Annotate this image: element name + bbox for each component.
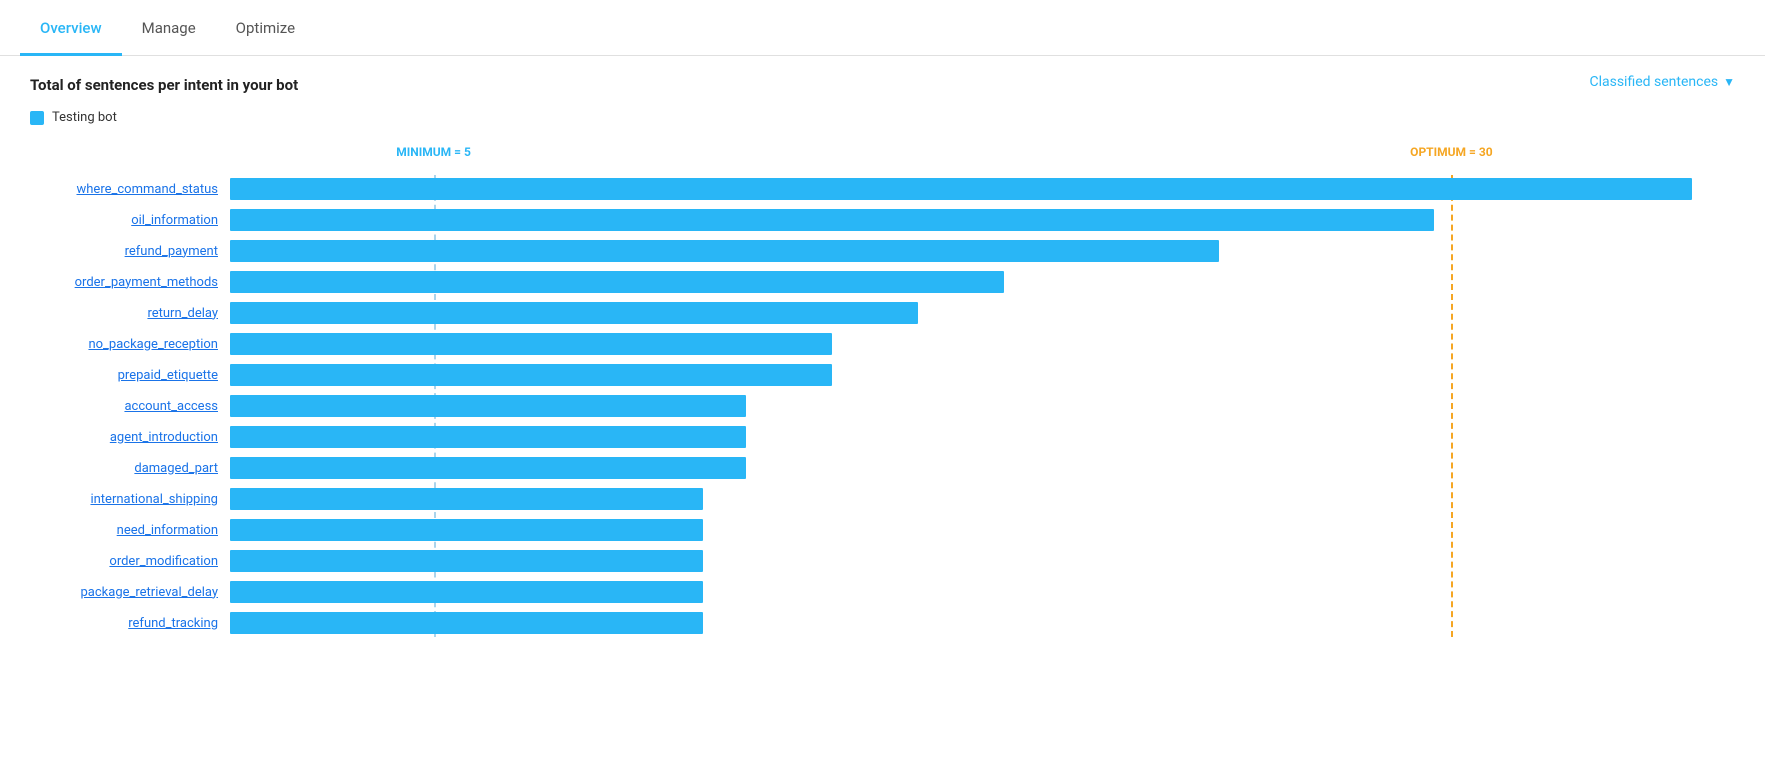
bar-fill	[230, 550, 703, 572]
bar-track	[230, 609, 1735, 637]
intent-label[interactable]: refund_tracking	[30, 616, 230, 631]
bar-track	[230, 423, 1735, 451]
table-row: oil_information	[30, 206, 1735, 234]
bar-fill	[230, 488, 703, 510]
bar-fill	[230, 457, 746, 479]
tab-manage[interactable]: Manage	[122, 3, 216, 56]
intent-label[interactable]: account_access	[30, 399, 230, 414]
bar-fill	[230, 612, 703, 634]
bar-fill	[230, 178, 1692, 200]
main-content: Classified sentences ▼ Total of sentence…	[0, 56, 1765, 764]
bar-fill	[230, 302, 918, 324]
bar-track	[230, 175, 1735, 203]
bar-track	[230, 516, 1735, 544]
bar-track	[230, 237, 1735, 265]
intent-label[interactable]: damaged_part	[30, 461, 230, 476]
tab-bar: Overview Manage Optimize	[0, 0, 1765, 56]
bar-track	[230, 547, 1735, 575]
table-row: where_command_status	[30, 175, 1735, 203]
bar-track	[230, 578, 1735, 606]
intent-label[interactable]: order_modification	[30, 554, 230, 569]
intent-label[interactable]: no_package_reception	[30, 337, 230, 352]
table-row: refund_tracking	[30, 609, 1735, 637]
legend: Testing bot	[30, 110, 1735, 125]
intent-label[interactable]: return_delay	[30, 306, 230, 321]
bar-track	[230, 268, 1735, 296]
chevron-down-icon: ▼	[1723, 75, 1735, 89]
minimum-label: MINIMUM = 5	[396, 145, 471, 159]
table-row: order_payment_methods	[30, 268, 1735, 296]
bar-track	[230, 454, 1735, 482]
tab-optimize[interactable]: Optimize	[216, 3, 315, 56]
optimum-label: OPTIMUM = 30	[1410, 145, 1493, 159]
bars-container: where_command_status oil_informationrefun…	[30, 175, 1735, 637]
bar-fill	[230, 426, 746, 448]
bar-fill	[230, 333, 832, 355]
bar-track	[230, 361, 1735, 389]
bar-fill	[230, 395, 746, 417]
classified-sentences-button[interactable]: Classified sentences ▼	[1589, 74, 1735, 90]
intent-label[interactable]: agent_introduction	[30, 430, 230, 445]
table-row: damaged_part	[30, 454, 1735, 482]
intent-label[interactable]: need_information	[30, 523, 230, 538]
table-row: agent_introduction	[30, 423, 1735, 451]
table-row: international_shipping	[30, 485, 1735, 513]
intent-label[interactable]: prepaid_etiquette	[30, 368, 230, 383]
table-row: return_delay	[30, 299, 1735, 327]
table-row: prepaid_etiquette	[30, 361, 1735, 389]
bar-track	[230, 206, 1735, 234]
table-row: no_package_reception	[30, 330, 1735, 358]
legend-label: Testing bot	[52, 110, 117, 125]
bar-track	[230, 299, 1735, 327]
bar-track	[230, 330, 1735, 358]
intent-label[interactable]: refund_payment	[30, 244, 230, 259]
chart-container: MINIMUM = 5 OPTIMUM = 30 where_command_s…	[30, 145, 1735, 637]
table-row: account_access	[30, 392, 1735, 420]
tab-overview[interactable]: Overview	[20, 3, 122, 56]
table-row: need_information	[30, 516, 1735, 544]
bar-track	[230, 392, 1735, 420]
legend-color-swatch	[30, 111, 44, 125]
table-row: order_modification	[30, 547, 1735, 575]
bar-fill	[230, 209, 1434, 231]
bar-fill	[230, 581, 703, 603]
bar-fill	[230, 519, 703, 541]
classified-sentences-label: Classified sentences	[1589, 74, 1718, 90]
intent-label[interactable]: international_shipping	[30, 492, 230, 507]
intent-label[interactable]: where_command_status	[30, 182, 230, 197]
table-row: refund_payment	[30, 237, 1735, 265]
bar-track	[230, 485, 1735, 513]
intent-label[interactable]: oil_information	[30, 213, 230, 228]
bar-fill	[230, 240, 1219, 262]
table-row: package_retrieval_delay	[30, 578, 1735, 606]
intent-label[interactable]: order_payment_methods	[30, 275, 230, 290]
bar-fill	[230, 364, 832, 386]
section-title: Total of sentences per intent in your bo…	[30, 76, 1735, 94]
intent-label[interactable]: package_retrieval_delay	[30, 585, 230, 600]
bar-fill	[230, 271, 1004, 293]
